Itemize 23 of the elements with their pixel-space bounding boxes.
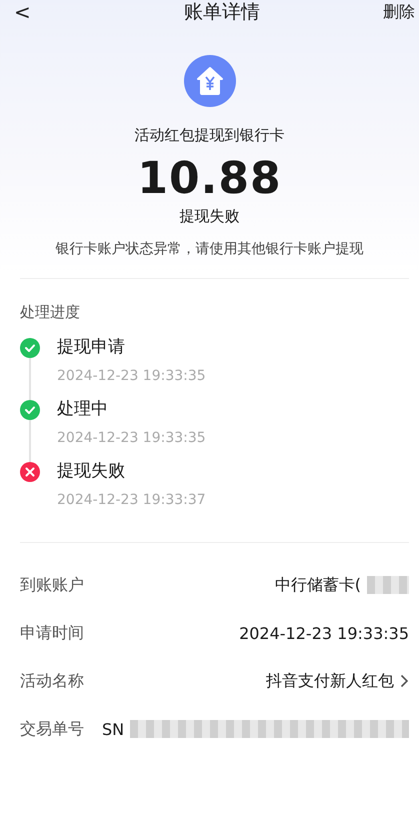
step-time: 2024-12-23 19:33:35: [57, 367, 206, 386]
step-label: 提现申请: [57, 336, 126, 358]
detail-value: SN: [102, 720, 124, 738]
transaction-title: 活动红包提现到银行卡: [134, 126, 284, 145]
page-title: 账单详情: [184, 0, 260, 24]
step-time: 2024-12-23 19:33:37: [57, 491, 206, 510]
section-title: 处理进度: [20, 303, 81, 322]
step-time: 2024-12-23 19:33:35: [57, 429, 206, 448]
step-label: 处理中: [57, 398, 109, 420]
detail-label: 活动名称: [20, 670, 84, 692]
detail-label: 申请时间: [20, 622, 84, 644]
delete-button[interactable]: 删除: [382, 0, 415, 24]
back-button[interactable]: <: [14, 0, 31, 24]
detail-value: 中行储蓄卡(: [274, 574, 361, 596]
amount: 10.88: [137, 153, 282, 205]
detail-label: 到账账户: [20, 574, 84, 596]
step-label: 提现失败: [57, 460, 126, 482]
detail-label: 交易单号: [20, 718, 84, 740]
house-yuan-icon: [184, 55, 236, 107]
detail-value[interactable]: 抖音支付新人红包: [266, 670, 394, 692]
status-text: 提现失败: [180, 207, 240, 226]
error-message: 银行卡账户状态异常，请使用其他银行卡账户提现: [56, 240, 364, 258]
detail-value: 2024-12-23 19:33:35: [239, 624, 409, 642]
